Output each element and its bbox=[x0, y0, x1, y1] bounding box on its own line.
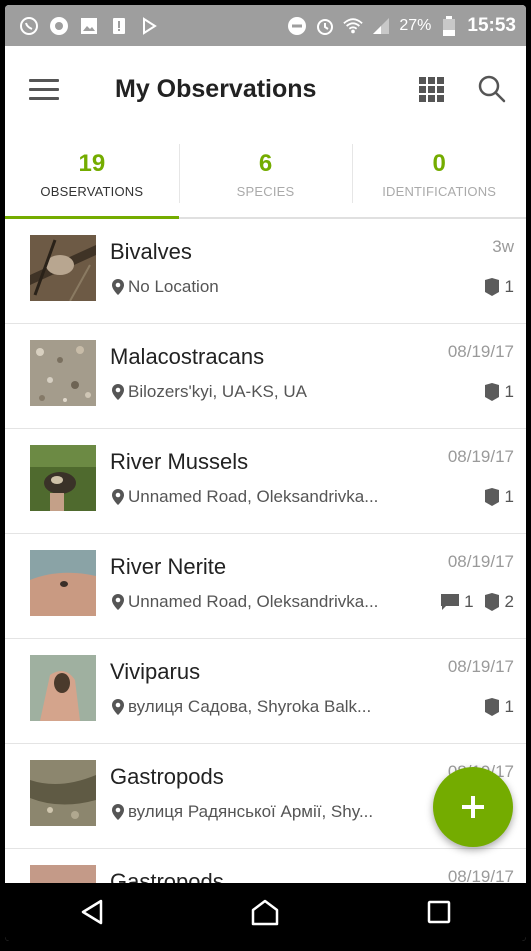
tab-count: 0 bbox=[432, 150, 446, 177]
observation-name: Gastropods bbox=[110, 764, 224, 789]
leaf-icon bbox=[484, 278, 499, 296]
list-item[interactable]: Malacostracans 08/19/17 Bilozers'kyi, UA… bbox=[5, 324, 526, 429]
observation-counts: 1 bbox=[484, 487, 514, 507]
observation-date: 3w bbox=[492, 237, 514, 256]
location-text: вулиця Радянської Армії, Shy... bbox=[128, 802, 374, 821]
list-item[interactable]: Bivalves 3w No Location 1 bbox=[5, 219, 526, 324]
observation-name: River Nerite bbox=[110, 554, 227, 579]
location-pin-icon bbox=[112, 384, 124, 400]
list-item[interactable]: Gastropods 08/19/17 bbox=[5, 849, 526, 883]
tab-observations[interactable]: 19 OBSERVATIONS bbox=[5, 132, 179, 219]
plus-icon bbox=[462, 796, 484, 818]
location-text: Unnamed Road, Oleksandrivka... bbox=[128, 487, 379, 506]
phone-screen: 27% 15:53 My Observations 19 OBSERVATION… bbox=[5, 5, 526, 941]
identification-count: 1 bbox=[484, 382, 514, 402]
tab-count: 6 bbox=[258, 150, 273, 177]
alarm-icon bbox=[315, 16, 335, 36]
tab-label: IDENTIFICATIONS bbox=[382, 184, 497, 199]
location-pin-icon bbox=[112, 699, 124, 715]
list-item[interactable]: River Nerite 08/19/17 Unnamed Road, Olek… bbox=[5, 534, 526, 639]
identification-count: 1 bbox=[484, 487, 514, 507]
location-pin-icon bbox=[112, 594, 124, 610]
observation-date: 08/19/17 bbox=[447, 342, 514, 361]
status-bar: 27% 15:53 bbox=[5, 5, 526, 46]
location-text: No Location bbox=[128, 277, 219, 296]
comment-icon bbox=[441, 594, 460, 610]
page-title: My Observations bbox=[115, 74, 317, 103]
play-store-icon bbox=[139, 16, 159, 36]
signal-icon bbox=[371, 16, 391, 36]
observation-thumbnail bbox=[30, 760, 96, 826]
observation-name: Gastropods bbox=[110, 869, 224, 883]
leaf-icon bbox=[484, 383, 499, 401]
observation-thumbnail bbox=[30, 235, 96, 301]
hamburger-menu-icon[interactable] bbox=[29, 69, 69, 109]
observation-counts: 1 2 bbox=[441, 592, 514, 612]
identification-count: 1 bbox=[484, 277, 514, 297]
location-pin-icon bbox=[112, 489, 124, 505]
clock: 15:53 bbox=[467, 14, 516, 36]
tab-count: 19 bbox=[78, 150, 106, 177]
tab-label: OBSERVATIONS bbox=[40, 184, 144, 199]
do-not-disturb-icon bbox=[287, 16, 307, 36]
alert-icon bbox=[109, 16, 129, 36]
location-pin-icon bbox=[112, 279, 124, 295]
observation-name: River Mussels bbox=[110, 449, 249, 474]
observation-location: вулиця Садова, Shyroka Balk... bbox=[112, 697, 371, 717]
location-pin-icon bbox=[112, 804, 124, 820]
observation-location: Bilozers'kyi, UA-KS, UA bbox=[112, 382, 307, 402]
observation-thumbnail bbox=[30, 550, 96, 616]
observation-date: 08/19/17 bbox=[447, 867, 514, 883]
tab-species[interactable]: 6 SPECIES bbox=[178, 132, 353, 217]
observation-location: Unnamed Road, Oleksandrivka... bbox=[112, 487, 378, 507]
system-nav-bar bbox=[5, 883, 526, 941]
observation-counts: 1 bbox=[484, 382, 514, 402]
observation-counts: 1 bbox=[484, 697, 514, 717]
observation-thumbnail bbox=[30, 655, 96, 721]
location-text: вулиця Садова, Shyroka Balk... bbox=[128, 697, 372, 716]
battery-icon bbox=[439, 15, 459, 36]
app-notification-icon bbox=[49, 16, 69, 36]
observation-date: 08/19/17 bbox=[447, 657, 514, 676]
identification-count: 2 bbox=[484, 592, 514, 612]
observation-thumbnail bbox=[30, 445, 96, 511]
observation-location: Unnamed Road, Oleksandrivka... bbox=[112, 592, 378, 612]
grid-view-icon[interactable] bbox=[416, 74, 446, 104]
leaf-icon bbox=[484, 698, 499, 716]
tab-identifications[interactable]: 0 IDENTIFICATIONS bbox=[352, 132, 526, 217]
home-icon[interactable] bbox=[240, 887, 290, 937]
location-text: Bilozers'kyi, UA-KS, UA bbox=[128, 382, 307, 401]
list-item[interactable]: River Mussels 08/19/17 Unnamed Road, Ole… bbox=[5, 429, 526, 534]
location-text: Unnamed Road, Oleksandrivka... bbox=[128, 592, 379, 611]
add-observation-button[interactable] bbox=[433, 767, 513, 847]
observation-location: No Location bbox=[112, 277, 219, 297]
observation-thumbnail bbox=[30, 340, 96, 406]
tab-bar: 19 OBSERVATIONS 6 SPECIES 0 IDENTIFICATI… bbox=[5, 132, 526, 219]
observation-location: вулиця Радянської Армії, Shy... bbox=[112, 802, 373, 822]
observation-date: 08/19/17 bbox=[447, 447, 514, 466]
observation-counts: 1 bbox=[484, 277, 514, 297]
battery-percent: 27% bbox=[399, 16, 432, 34]
leaf-icon bbox=[484, 488, 499, 506]
whatsapp-icon bbox=[19, 16, 39, 36]
image-icon bbox=[79, 16, 99, 36]
identification-count: 1 bbox=[484, 697, 514, 717]
comment-count: 1 bbox=[441, 592, 474, 612]
tab-label: SPECIES bbox=[236, 184, 295, 199]
search-icon[interactable] bbox=[472, 69, 512, 109]
observation-name: Bivalves bbox=[110, 239, 192, 264]
recent-apps-icon[interactable] bbox=[414, 887, 464, 937]
app-bar: My Observations bbox=[5, 46, 526, 132]
observation-thumbnail bbox=[30, 865, 96, 883]
list-item[interactable]: Viviparus 08/19/17 вулиця Садова, Shyrok… bbox=[5, 639, 526, 744]
back-icon[interactable] bbox=[67, 887, 117, 937]
leaf-icon bbox=[484, 593, 499, 611]
observation-date: 08/19/17 bbox=[447, 552, 514, 571]
wifi-icon bbox=[343, 16, 364, 36]
observation-name: Malacostracans bbox=[110, 344, 265, 369]
observation-name: Viviparus bbox=[110, 659, 201, 684]
